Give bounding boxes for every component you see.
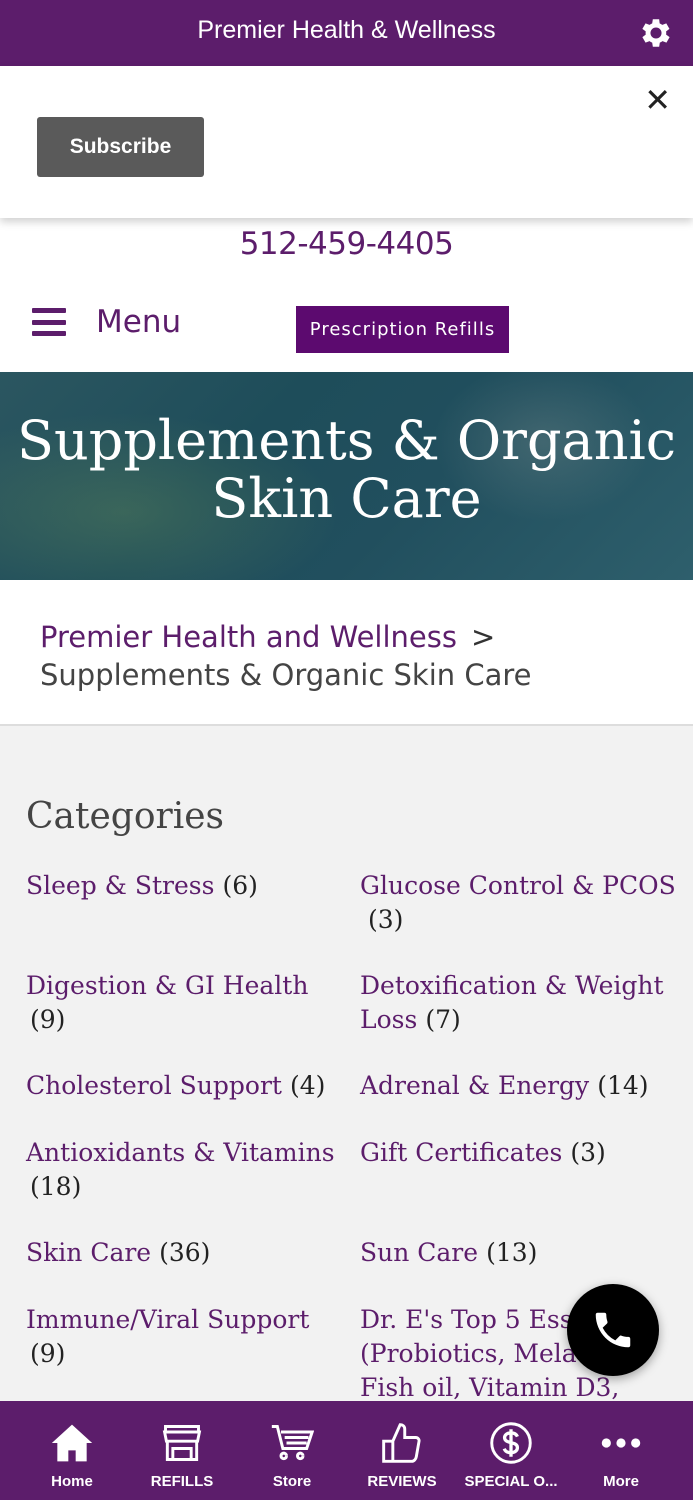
tab-label: REFILLS (150, 1473, 214, 1490)
phone-number[interactable]: 512-459-4405 (0, 226, 693, 262)
category-count: (13) (486, 1238, 538, 1267)
page-title-line2: Skin Care (211, 467, 482, 530)
category-item[interactable]: Glucose Control & PCOS (3) (360, 869, 680, 937)
category-name[interactable]: Detoxification & Weight (360, 971, 664, 1000)
home-icon (51, 1424, 93, 1462)
category-name-cont[interactable]: Loss (360, 1005, 417, 1034)
tab-label: More (603, 1473, 639, 1490)
category-name[interactable]: Adrenal & Energy (360, 1071, 589, 1100)
tab-reviews[interactable]: REVIEWS (347, 1401, 457, 1500)
call-button[interactable] (567, 1284, 659, 1376)
storefront-icon (162, 1425, 202, 1461)
category-item[interactable]: Digestion & GI Health (9) (26, 969, 336, 1037)
category-name[interactable]: Skin Care (26, 1238, 151, 1267)
category-count: (7) (425, 1005, 461, 1034)
tab-label: Home (51, 1473, 93, 1490)
category-count: (3) (368, 905, 404, 934)
category-item[interactable]: Immune/Viral Support (9) (26, 1303, 336, 1371)
app-header: Premier Health & Wellness (0, 0, 693, 66)
category-item[interactable]: Adrenal & Energy (14) (360, 1069, 680, 1103)
phone-icon (595, 1312, 631, 1348)
category-name[interactable]: Antioxidants & Vitamins (26, 1138, 335, 1167)
tab-more[interactable]: More (566, 1401, 676, 1500)
prescription-refills-button[interactable]: Prescription Refills (296, 306, 509, 353)
category-count: (14) (597, 1071, 649, 1100)
category-name[interactable]: Cholesterol Support (26, 1071, 282, 1100)
page-content: 512-459-4405 Menu Prescription Refills S… (0, 66, 693, 1401)
category-item[interactable]: Skin Care (36) (26, 1236, 336, 1270)
category-name[interactable]: Glucose Control & PCOS (360, 871, 676, 900)
category-item[interactable]: Detoxification & Weight Loss (7) (360, 969, 680, 1037)
category-item[interactable]: Cholesterol Support (4) (26, 1069, 336, 1103)
subscribe-banner: Subscribe ✕ (0, 66, 693, 218)
category-name-cont[interactable]: Fish oil, Vitamin D3, (360, 1373, 619, 1401)
category-count: (18) (30, 1172, 82, 1201)
breadcrumb-home-link[interactable]: Premier Health and Wellness (40, 620, 457, 654)
category-count: (9) (30, 1339, 66, 1368)
hero-banner: Supplements & Organic Skin Care (0, 372, 693, 580)
category-count: (6) (222, 871, 258, 900)
thumbs-up-icon (382, 1423, 421, 1463)
tab-store[interactable]: Store (237, 1401, 347, 1500)
category-item[interactable]: Antioxidants & Vitamins (18) (26, 1136, 346, 1204)
app-title: Premier Health & Wellness (197, 16, 496, 44)
close-icon[interactable]: ✕ (644, 84, 671, 116)
breadcrumb-separator: > (471, 620, 496, 654)
category-name-cont[interactable]: (Probiotics, Melato (360, 1339, 602, 1368)
subscribe-button[interactable]: Subscribe (37, 117, 204, 177)
dollar-icon (490, 1422, 532, 1464)
cart-icon (271, 1425, 314, 1461)
category-item[interactable]: Sun Care (13) (360, 1236, 680, 1270)
category-name[interactable]: Immune/Viral Support (26, 1305, 309, 1334)
more-icon (601, 1438, 641, 1448)
category-name[interactable]: Digestion & GI Health (26, 971, 308, 1000)
tab-label: REVIEWS (367, 1473, 437, 1490)
breadcrumb: Premier Health and Wellness > Supplements… (40, 618, 660, 694)
tab-label: Store (272, 1473, 312, 1490)
page-title-line1: Supplements & Organic (16, 409, 677, 472)
tab-refills[interactable]: REFILLS (127, 1401, 237, 1500)
tab-home[interactable]: Home (17, 1401, 127, 1500)
breadcrumb-current: Supplements & Organic Skin Care (40, 658, 532, 692)
tab-label: SPECIAL O... (464, 1473, 558, 1490)
menu-button[interactable]: Menu (32, 304, 181, 340)
category-name[interactable]: Sun Care (360, 1238, 478, 1267)
category-item[interactable]: Sleep & Stress (6) (26, 869, 336, 903)
tab-special-offers[interactable]: SPECIAL O... (456, 1401, 566, 1500)
categories-title: Categories (26, 796, 224, 837)
category-name[interactable]: Gift Certificates (360, 1138, 562, 1167)
page-title: Supplements & Organic Skin Care (0, 412, 693, 528)
category-count: (36) (159, 1238, 211, 1267)
gear-icon[interactable] (637, 14, 675, 52)
category-item[interactable]: Gift Certificates (3) (360, 1136, 680, 1170)
menu-label: Menu (96, 304, 182, 340)
category-count: (4) (289, 1071, 326, 1100)
category-name[interactable]: Sleep & Stress (26, 871, 214, 900)
category-count: (9) (30, 1005, 66, 1034)
bottom-tab-bar: Home REFILLS Store REVIEWS SPECIAL O... … (0, 1401, 693, 1500)
category-count: (3) (570, 1138, 606, 1167)
hamburger-icon (32, 308, 66, 336)
